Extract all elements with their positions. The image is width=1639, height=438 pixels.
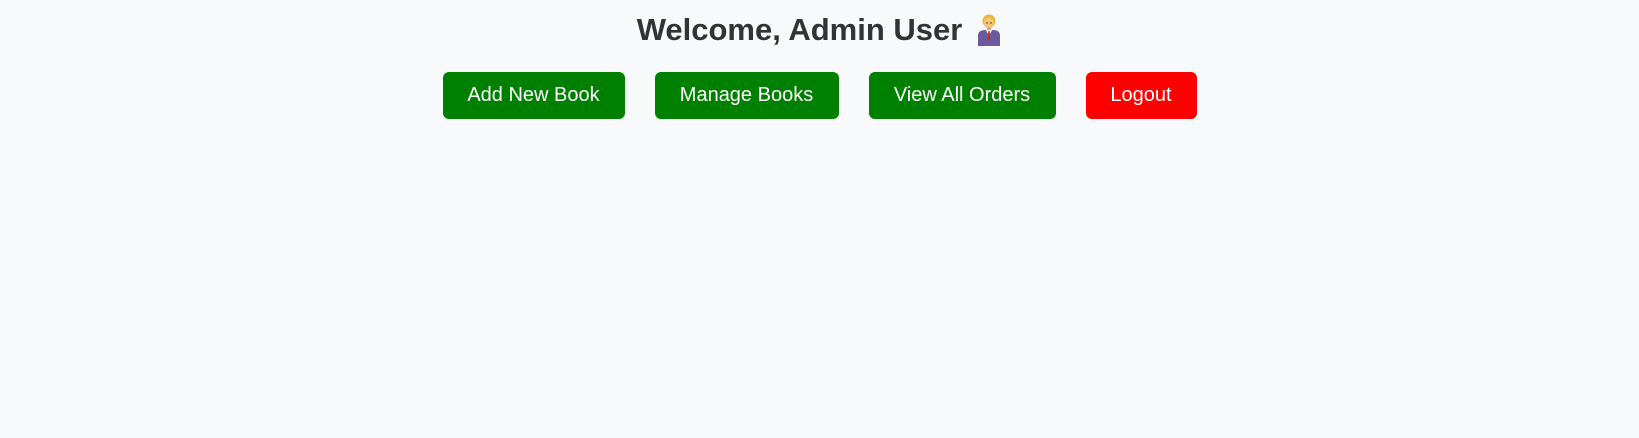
logout-button[interactable]: Logout [1085,72,1197,119]
add-new-book-button[interactable]: Add New Book [442,72,625,119]
action-button-row: Add New Book Manage Books View All Order… [0,72,1639,119]
manage-books-button[interactable]: Manage Books [654,72,839,119]
view-all-orders-button[interactable]: View All Orders [868,72,1056,119]
admin-dashboard: Welcome, Admin User Add New Book Manage … [0,0,1639,438]
office-worker-icon [976,14,1002,46]
title-row: Welcome, Admin User [0,10,1639,50]
page-title: Welcome, Admin User [636,12,963,47]
